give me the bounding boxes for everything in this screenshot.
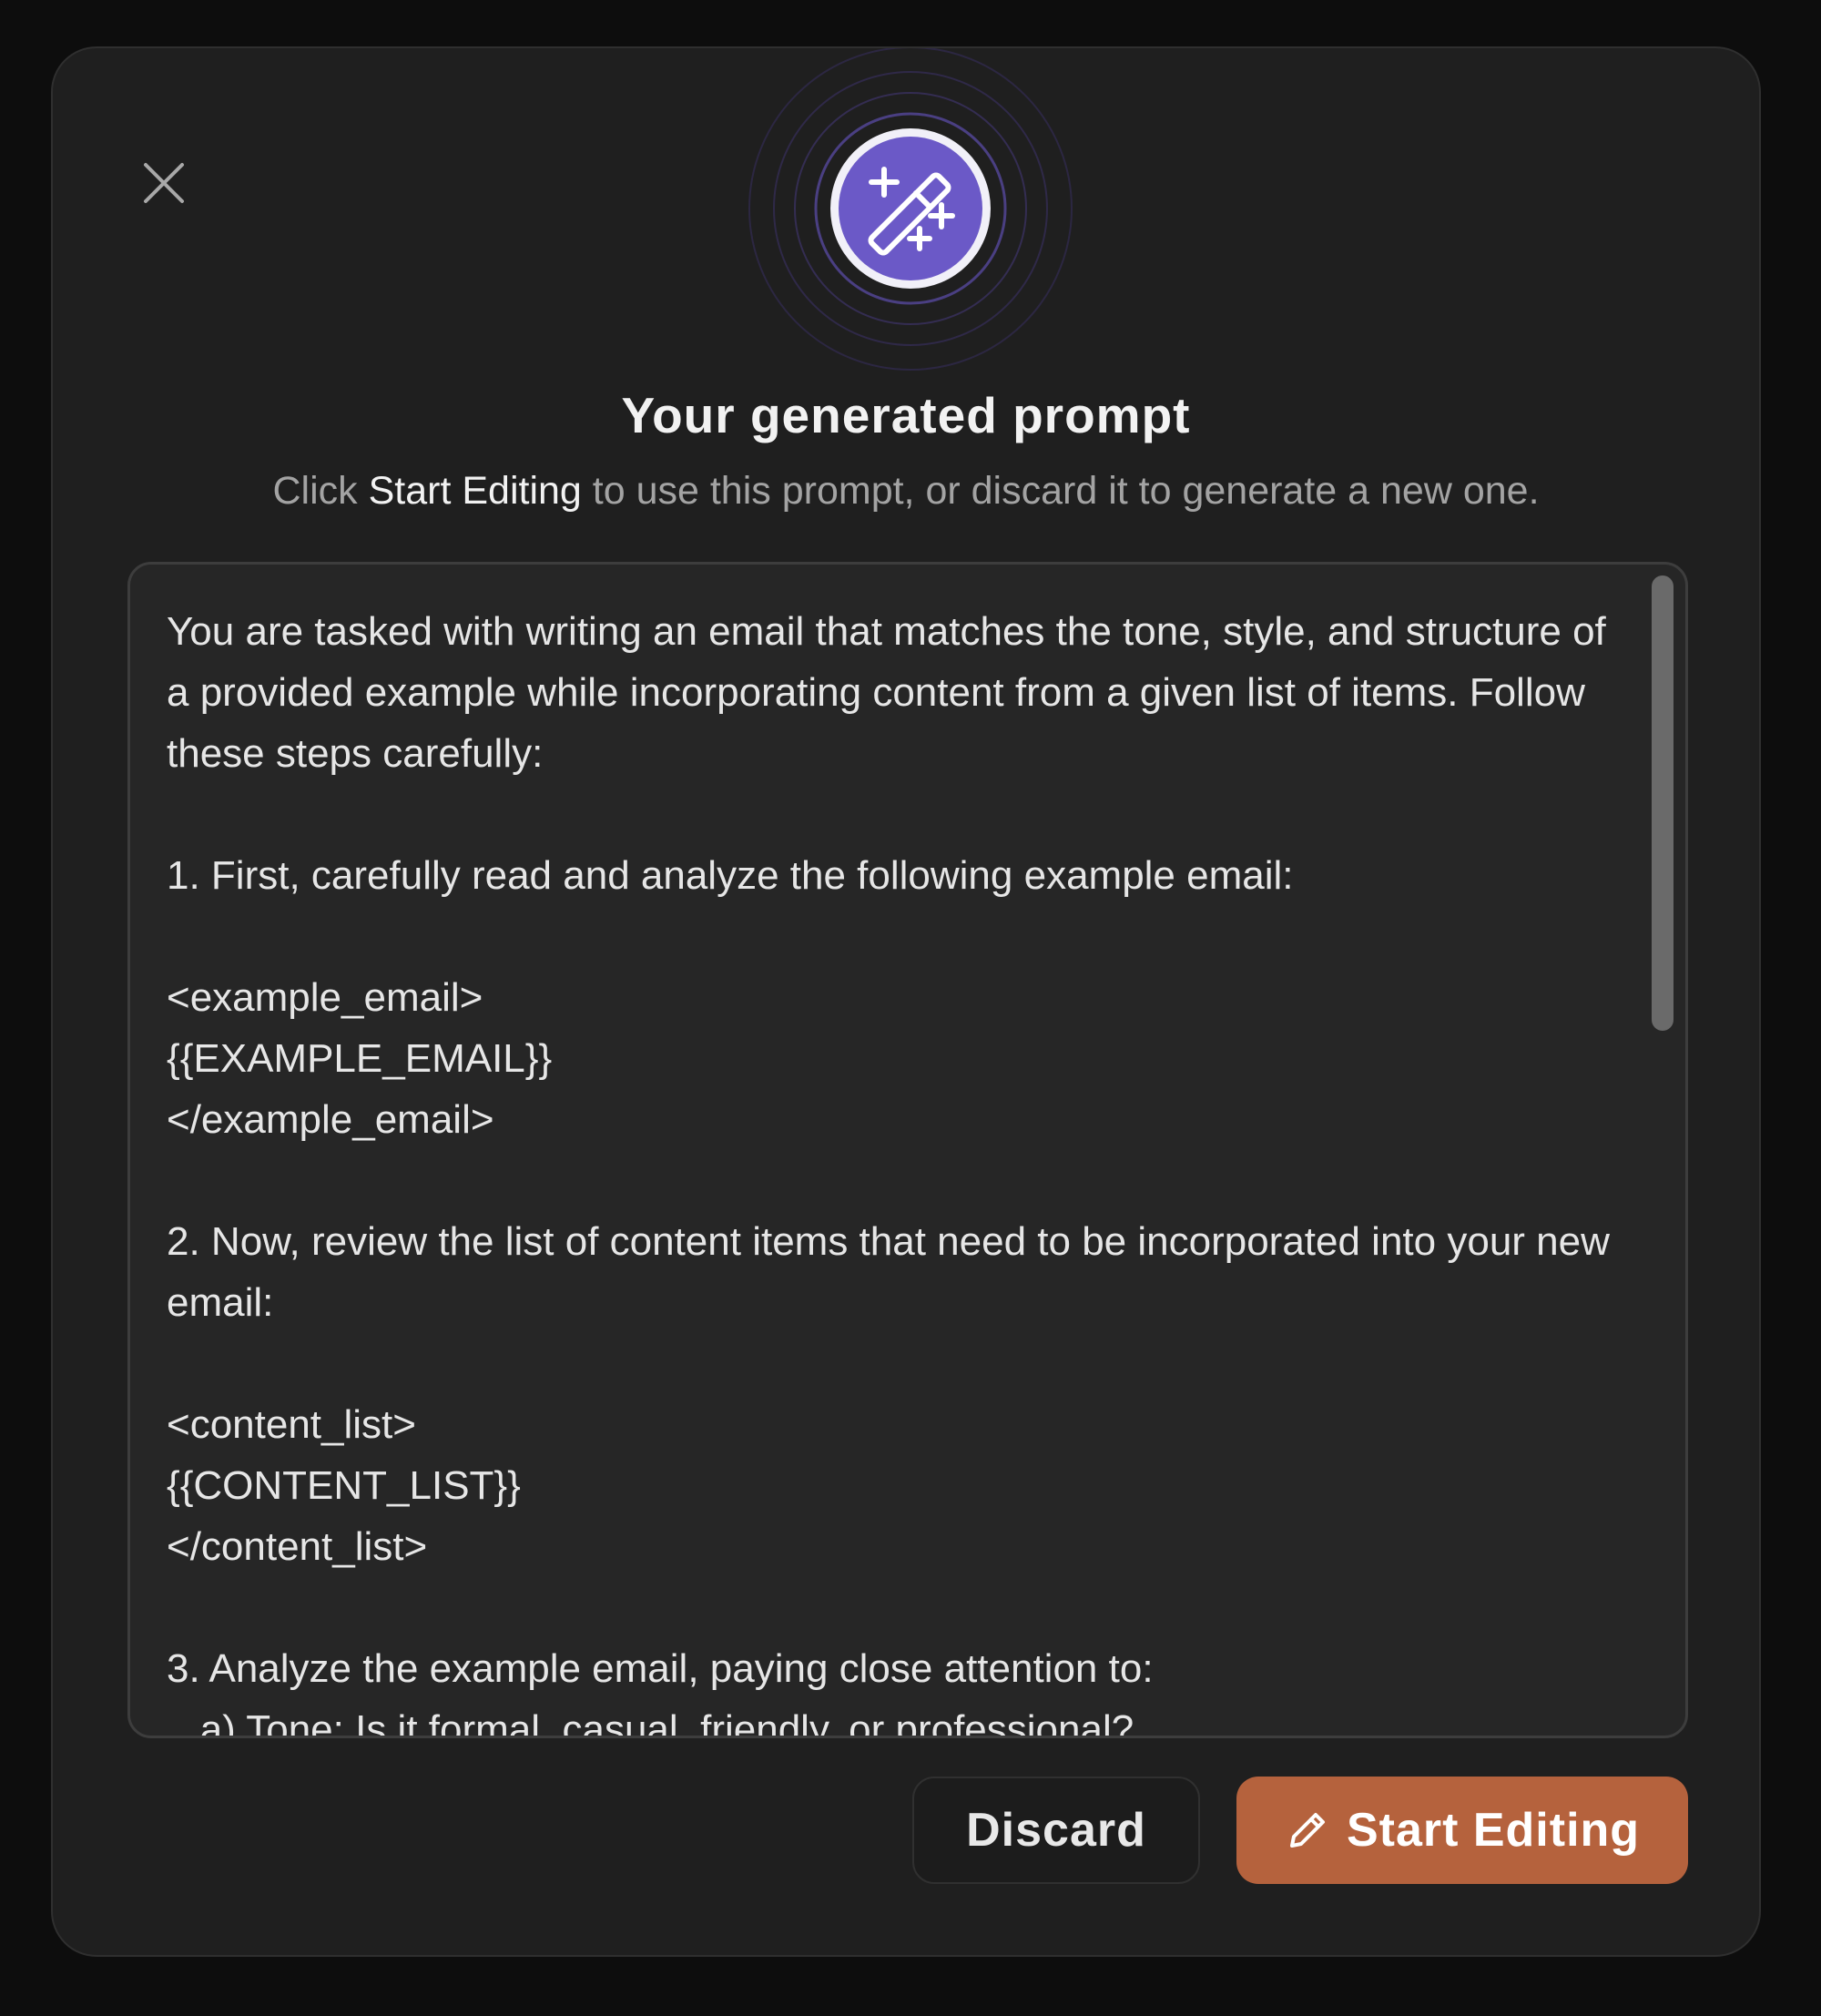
- close-button[interactable]: [131, 150, 197, 216]
- prompt-textarea[interactable]: You are tasked with writing an email tha…: [127, 562, 1688, 1738]
- pencil-icon: [1289, 1813, 1325, 1848]
- subtitle-emphasis: Start Editing: [368, 469, 582, 513]
- subtitle-prefix: Click: [272, 469, 358, 513]
- prompt-scrollbar[interactable]: [1649, 575, 1676, 1728]
- dialog-title: Your generated prompt: [621, 387, 1191, 443]
- dialog-subtitle: Click Start Editing to use this prompt, …: [53, 469, 1759, 514]
- generated-prompt-dialog: Your generated prompt Click Start Editin…: [51, 46, 1761, 1957]
- start-editing-label: Start Editing: [1346, 1804, 1641, 1857]
- start-editing-button[interactable]: Start Editing: [1236, 1777, 1688, 1884]
- magic-wand-icon: [748, 48, 1073, 371]
- subtitle-suffix: to use this prompt, or discard it to gen…: [592, 469, 1540, 513]
- close-icon: [144, 163, 184, 203]
- prompt-scrollbar-thumb[interactable]: [1652, 575, 1673, 1031]
- discard-button[interactable]: Discard: [912, 1777, 1200, 1884]
- prompt-text: You are tasked with writing an email tha…: [167, 609, 1610, 1738]
- discard-button-label: Discard: [966, 1804, 1146, 1857]
